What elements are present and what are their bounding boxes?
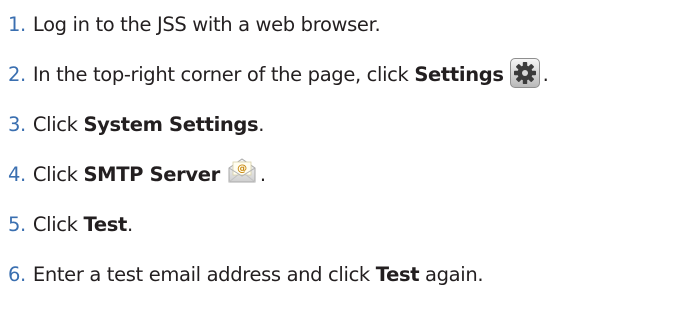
step-1: 1. Log in to the JSS with a web browser. xyxy=(8,10,381,40)
step-number: 2. xyxy=(8,63,26,86)
step-text: Log in to the JSS with a web browser. xyxy=(32,13,381,36)
step-text-end: . xyxy=(258,113,265,136)
step-text: In the top-right corner of the page, cli… xyxy=(32,63,415,86)
svg-text:@: @ xyxy=(237,163,247,174)
step-text: Click xyxy=(32,113,84,136)
step-text-end: . xyxy=(126,213,133,236)
test-label: Test xyxy=(83,213,127,236)
smtp-server-label: SMTP Server xyxy=(83,163,220,186)
step-text-end: . xyxy=(542,63,549,86)
step-number: 3. xyxy=(8,113,26,136)
step-text: Enter a test email address and click xyxy=(32,263,376,286)
system-settings-label: System Settings xyxy=(83,113,259,136)
step-3: 3. Click System Settings. xyxy=(8,110,264,140)
step-4: 4. Click SMTP Server @ . xyxy=(8,157,266,190)
step-5: 5. Click Test. xyxy=(8,210,133,240)
step-text: Click xyxy=(32,163,84,186)
step-text-end: . xyxy=(259,163,266,186)
step-number: 6. xyxy=(8,263,26,286)
gear-icon xyxy=(509,57,540,88)
test-label: Test xyxy=(375,263,420,286)
step-2: 2. In the top-right corner of the page, c… xyxy=(8,57,549,90)
step-number: 5. xyxy=(8,213,26,236)
settings-label: Settings xyxy=(414,63,504,86)
step-number: 1. xyxy=(8,13,26,36)
step-6: 6. Enter a test email address and click T… xyxy=(8,260,484,290)
step-text-end: again. xyxy=(419,263,484,286)
step-text: Click xyxy=(32,213,84,236)
envelope-icon: @ xyxy=(226,156,258,184)
step-number: 4. xyxy=(8,163,26,186)
